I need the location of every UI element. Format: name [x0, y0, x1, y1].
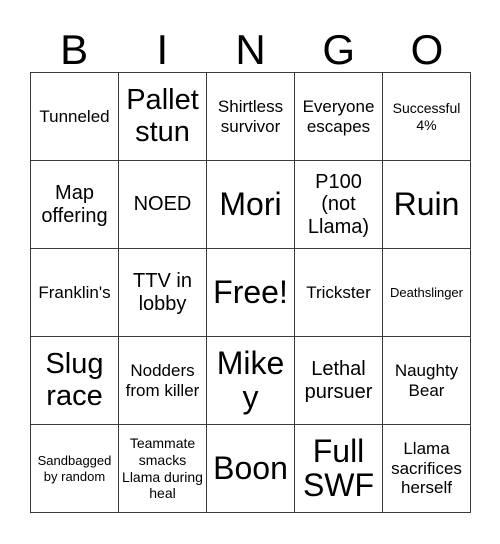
bingo-cell-label: Successful 4%: [392, 99, 461, 133]
bingo-header-row: B I N G O: [30, 14, 471, 72]
bingo-cell-label: Teammate smacks Llama during heal: [122, 435, 203, 502]
bingo-cell-label: Nodders from killer: [125, 361, 200, 400]
bingo-cell-r2c4[interactable]: P100 (not Llama): [295, 161, 383, 249]
bingo-cell-r2c3[interactable]: Mori: [207, 161, 295, 249]
bingo-cell-label: Everyone escapes: [302, 97, 375, 136]
bingo-cell-r3c2[interactable]: TTV in lobby: [119, 249, 207, 337]
bingo-cell-label: Pallet stun: [126, 83, 199, 148]
bingo-cell-r2c2[interactable]: NOED: [119, 161, 207, 249]
bingo-header-letter-i: I: [156, 26, 169, 73]
bingo-cell-label: Slug race: [45, 347, 104, 412]
bingo-cell-r2c1[interactable]: Map offering: [31, 161, 119, 249]
bingo-card: B I N G O Tunneled Pallet stun Shirtless…: [0, 0, 500, 544]
bingo-cell-label: Deathslinger: [390, 284, 463, 300]
bingo-cell-label: Shirtless survivor: [217, 97, 284, 136]
bingo-free-space-label: Free!: [213, 273, 288, 310]
bingo-cell-r5c1[interactable]: Sandbagged by random: [31, 425, 119, 513]
bingo-header-letter-g: G: [322, 26, 356, 73]
bingo-cell-label: Franklin's: [38, 282, 111, 302]
bingo-grid: Tunneled Pallet stun Shirtless survivor …: [30, 72, 471, 513]
bingo-cell-r1c2[interactable]: Pallet stun: [119, 73, 207, 161]
bingo-cell-label: Mikey: [216, 344, 285, 415]
bingo-cell-r3c1[interactable]: Franklin's: [31, 249, 119, 337]
bingo-cell-label: Tunneled: [39, 106, 110, 126]
bingo-cell-r4c4[interactable]: Lethal pursuer: [295, 337, 383, 425]
bingo-cell-label: TTV in lobby: [133, 270, 192, 315]
bingo-header-letter-b: B: [60, 26, 89, 73]
bingo-cell-free-space[interactable]: Free!: [207, 249, 295, 337]
bingo-cell-r4c3[interactable]: Mikey: [207, 337, 295, 425]
bingo-cell-label: P100 (not Llama): [307, 170, 370, 238]
bingo-cell-label: Naughty Bear: [394, 361, 459, 400]
bingo-cell-r4c5[interactable]: Naughty Bear: [383, 337, 471, 425]
bingo-cell-label: Map offering: [41, 182, 108, 227]
bingo-cell-r1c5[interactable]: Successful 4%: [383, 73, 471, 161]
bingo-cell-label: Full SWF: [302, 432, 375, 503]
bingo-cell-r4c1[interactable]: Slug race: [31, 337, 119, 425]
bingo-cell-r1c3[interactable]: Shirtless survivor: [207, 73, 295, 161]
bingo-cell-r5c2[interactable]: Teammate smacks Llama during heal: [119, 425, 207, 513]
bingo-cell-r5c4[interactable]: Full SWF: [295, 425, 383, 513]
bingo-cell-label: Boon: [213, 449, 288, 486]
bingo-cell-r2c5[interactable]: Ruin: [383, 161, 471, 249]
bingo-cell-label: Llama sacrifices herself: [391, 439, 462, 498]
bingo-cell-label: Mori: [219, 185, 282, 222]
bingo-cell-r3c4[interactable]: Trickster: [295, 249, 383, 337]
bingo-cell-label: Sandbagged by random: [37, 452, 112, 484]
bingo-cell-r5c3[interactable]: Boon: [207, 425, 295, 513]
bingo-cell-r1c4[interactable]: Everyone escapes: [295, 73, 383, 161]
bingo-cell-r3c5[interactable]: Deathslinger: [383, 249, 471, 337]
bingo-cell-label: NOED: [133, 193, 192, 216]
bingo-header-letter-o: O: [410, 26, 444, 73]
bingo-header-letter-n: N: [235, 26, 266, 73]
bingo-cell-r4c2[interactable]: Nodders from killer: [119, 337, 207, 425]
bingo-cell-label: Trickster: [306, 282, 371, 302]
bingo-cell-r5c5[interactable]: Llama sacrifices herself: [383, 425, 471, 513]
bingo-cell-label: Ruin: [393, 185, 460, 222]
bingo-cell-r1c1[interactable]: Tunneled: [31, 73, 119, 161]
bingo-cell-label: Lethal pursuer: [304, 358, 373, 403]
